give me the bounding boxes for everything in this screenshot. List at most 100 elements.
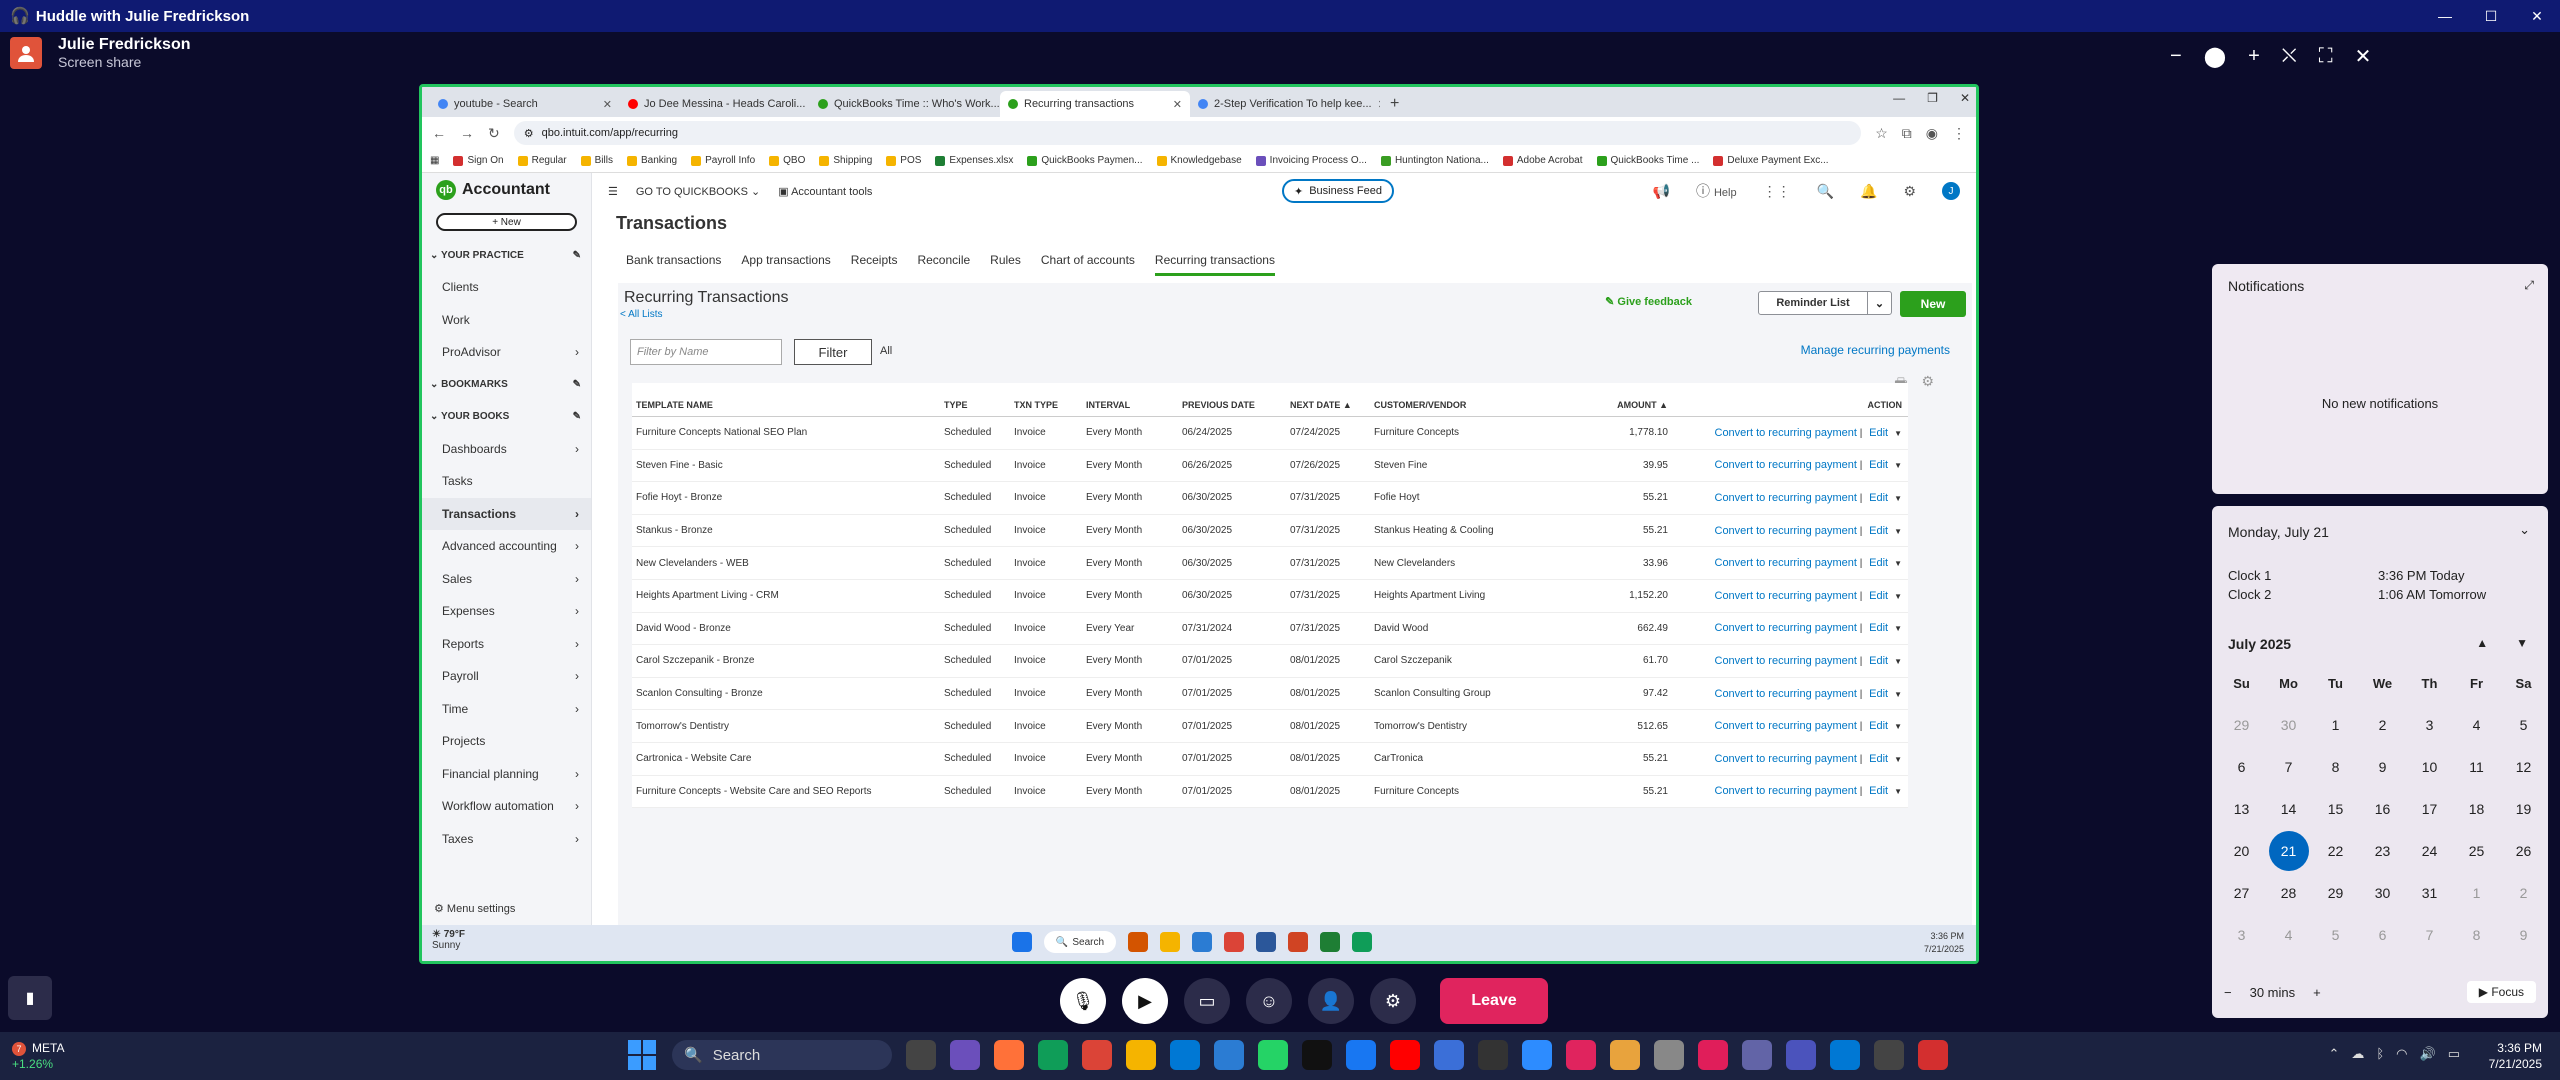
- tab-recurring-transactions[interactable]: Recurring transactions: [1154, 253, 1275, 276]
- browser-tab[interactable]: 2-Step Verification To help kee...✕: [1190, 91, 1380, 117]
- whatsapp-icon[interactable]: [1258, 1040, 1288, 1070]
- calendar-day[interactable]: 8: [2312, 746, 2359, 788]
- table-row[interactable]: Stankus - Bronze Scheduled Invoice Every Mo…: [632, 515, 1908, 548]
- volume-icon[interactable]: 🔊: [2420, 1046, 2436, 1062]
- calendar-day[interactable]: 10: [2406, 746, 2453, 788]
- calendar-day[interactable]: 24: [2406, 830, 2453, 872]
- outlook-icon[interactable]: [1192, 932, 1212, 952]
- edge-icon[interactable]: [1352, 932, 1372, 952]
- chrome-icon[interactable]: [1224, 932, 1244, 952]
- zoom-icon[interactable]: [1522, 1040, 1552, 1070]
- apps-grid-icon[interactable]: ⋮⋮: [1763, 183, 1791, 200]
- remote-search[interactable]: 🔍 Search: [1044, 931, 1116, 953]
- calendar-day[interactable]: 1: [2453, 872, 2500, 914]
- search-icon[interactable]: 🔍: [1817, 183, 1834, 200]
- sidebar-item[interactable]: Tasks: [422, 465, 591, 498]
- chevron-down-icon[interactable]: ▼: [1894, 722, 1902, 731]
- bookmark[interactable]: Regular: [517, 155, 567, 166]
- convert-to-recurring-payment-link[interactable]: Convert to recurring payment: [1715, 427, 1857, 439]
- calendar-day[interactable]: 11: [2453, 746, 2500, 788]
- sidebar-item[interactable]: Projects: [422, 725, 591, 758]
- user-avatar[interactable]: J: [1942, 182, 1960, 200]
- calendar-day[interactable]: 31: [2406, 872, 2453, 914]
- pencil-icon[interactable]: ✎: [573, 379, 581, 390]
- filter-button[interactable]: Filter: [794, 339, 872, 365]
- browser-tab[interactable]: youtube - Search ✕: [430, 91, 620, 117]
- remote-control-icon[interactable]: ⛌: [2282, 45, 2297, 68]
- apps-icon[interactable]: ▦: [430, 155, 439, 166]
- battery-icon[interactable]: ▭: [2448, 1046, 2460, 1062]
- chevron-down-icon[interactable]: ▼: [1894, 559, 1902, 568]
- table-row[interactable]: Cartronica - Website Care Scheduled Invoic…: [632, 743, 1908, 776]
- site-info-icon[interactable]: ⚙: [524, 127, 534, 140]
- app-icon[interactable]: [1610, 1040, 1640, 1070]
- maximize-icon[interactable]: ☐: [2468, 0, 2514, 32]
- restore-icon[interactable]: ❐: [1927, 91, 1938, 105]
- convert-to-recurring-payment-link[interactable]: Convert to recurring payment: [1715, 688, 1857, 700]
- col-txn-type[interactable]: TXN TYPE: [1014, 400, 1086, 410]
- bookmark[interactable]: Expenses.xlsx: [935, 155, 1013, 166]
- app-icon[interactable]: [1478, 1040, 1508, 1070]
- wifi-icon[interactable]: ◠: [2396, 1046, 2407, 1062]
- url-input[interactable]: ⚙ qbo.intuit.com/app/recurring: [513, 121, 1862, 145]
- extensions-icon[interactable]: ⧉: [1902, 125, 1912, 142]
- acrobat-icon[interactable]: [1918, 1040, 1948, 1070]
- firefox-icon[interactable]: [994, 1040, 1024, 1070]
- calendar-day[interactable]: 22: [2312, 830, 2359, 872]
- chevron-down-icon[interactable]: ▼: [1894, 527, 1902, 536]
- browser-tab-active[interactable]: Recurring transactions ✕: [1000, 91, 1190, 117]
- hamburger-icon[interactable]: ☰: [608, 185, 618, 198]
- github-icon[interactable]: [1302, 1040, 1332, 1070]
- bookmark[interactable]: Deluxe Payment Exc...: [1713, 155, 1829, 166]
- business-feed-button[interactable]: ✦ Business Feed: [1282, 179, 1394, 203]
- calendar-day[interactable]: 7: [2265, 746, 2312, 788]
- pencil-icon[interactable]: ✎: [573, 411, 581, 422]
- sidebar-item[interactable]: Workflow automation ›: [422, 790, 591, 823]
- taskbar-search[interactable]: 🔍 Search: [672, 1040, 892, 1070]
- app-icon[interactable]: [1566, 1040, 1596, 1070]
- table-row[interactable]: Steven Fine - Basic Scheduled Invoice Every…: [632, 450, 1908, 483]
- zoom-out-icon[interactable]: −: [2170, 45, 2182, 68]
- sidebar-item[interactable]: Clients: [422, 271, 591, 304]
- forward-icon[interactable]: →: [460, 125, 474, 141]
- qbo-logo[interactable]: qb Accountant: [422, 173, 591, 207]
- calendar-day[interactable]: 30: [2359, 872, 2406, 914]
- chevron-down-icon[interactable]: ▼: [1894, 429, 1902, 438]
- reload-icon[interactable]: ↻: [488, 125, 500, 142]
- settings-button[interactable]: ⚙: [1370, 978, 1416, 1024]
- camera-button[interactable]: ▶: [1122, 978, 1168, 1024]
- calendar-day[interactable]: 25: [2453, 830, 2500, 872]
- focus-button[interactable]: ▶ Focus: [2466, 981, 2536, 1003]
- sidebar-section[interactable]: ⌄ YOUR PRACTICE ✎: [422, 239, 591, 271]
- bookmark[interactable]: QBO: [769, 155, 805, 166]
- convert-to-recurring-payment-link[interactable]: Convert to recurring payment: [1715, 557, 1857, 569]
- convert-to-recurring-payment-link[interactable]: Convert to recurring payment: [1715, 459, 1857, 471]
- calendar-day[interactable]: 17: [2406, 788, 2453, 830]
- app-icon[interactable]: [1830, 1040, 1860, 1070]
- pencil-icon[interactable]: ✎: [573, 250, 581, 261]
- col-template-name[interactable]: TEMPLATE NAME: [632, 400, 944, 410]
- new-recurring-button[interactable]: New: [1900, 291, 1966, 317]
- people-button[interactable]: 👤: [1308, 978, 1354, 1024]
- edit-link[interactable]: Edit: [1869, 622, 1888, 634]
- table-row[interactable]: David Wood - Bronze Scheduled Invoice Every…: [632, 613, 1908, 646]
- connection-stats-button[interactable]: ▮: [8, 976, 52, 1020]
- tab-app-transactions[interactable]: App transactions: [741, 253, 830, 276]
- calendar-day[interactable]: 29: [2218, 704, 2265, 746]
- decrease-icon[interactable]: −: [2224, 985, 2232, 1000]
- edit-link[interactable]: Edit: [1869, 557, 1888, 569]
- table-row[interactable]: Fofie Hoyt - Bronze Scheduled Invoice Every…: [632, 482, 1908, 515]
- sidebar-item[interactable]: Financial planning ›: [422, 758, 591, 791]
- edit-link[interactable]: Edit: [1869, 785, 1888, 797]
- calendar-day[interactable]: 27: [2218, 872, 2265, 914]
- chevron-down-icon[interactable]: ▼: [1894, 690, 1902, 699]
- megaphone-icon[interactable]: 📢: [1653, 183, 1670, 200]
- edit-link[interactable]: Edit: [1869, 720, 1888, 732]
- minimize-icon[interactable]: —: [2422, 0, 2468, 32]
- bookmark[interactable]: POS: [886, 155, 921, 166]
- calendar-day[interactable]: 3: [2218, 914, 2265, 956]
- calendar-day[interactable]: 5: [2312, 914, 2359, 956]
- bookmark[interactable]: Adobe Acrobat: [1502, 155, 1583, 166]
- new-tab-icon[interactable]: +: [1380, 91, 1409, 117]
- prev-month-icon[interactable]: ▲: [2476, 636, 2488, 650]
